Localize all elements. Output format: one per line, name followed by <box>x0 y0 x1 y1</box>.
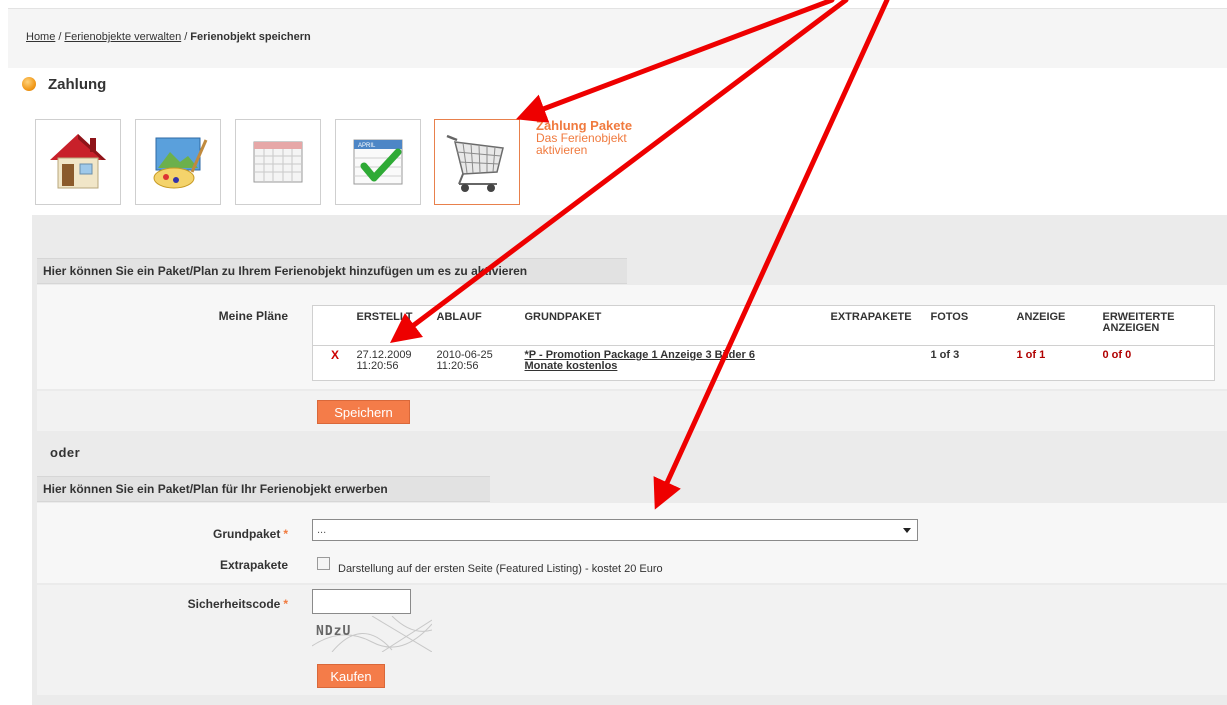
ad-cell: 1 of 1 <box>1012 345 1099 381</box>
expires-cell: 2010-06-25 11:20:56 <box>432 345 521 381</box>
breadcrumb-manage-link[interactable]: Ferienobjekte verwalten <box>64 31 181 43</box>
base-package-label-text: Grundpaket <box>212 527 281 541</box>
calendar-month-label: APRIL <box>358 143 376 149</box>
security-code-input[interactable] <box>312 589 411 614</box>
base-package-select[interactable]: ... <box>312 519 918 541</box>
buy-button[interactable]: Kaufen <box>317 664 385 688</box>
step-house[interactable] <box>35 119 121 205</box>
col-extras-header: EXTRAPAKETE <box>830 311 912 323</box>
shopping-cart-icon <box>446 134 504 192</box>
table-row: X 27.12.2009 11:20:56 2010-06-25 11:20:56 … <box>312 345 1215 381</box>
col-ad-header: ANZEIGE <box>1016 311 1066 323</box>
created-cell: 27.12.2009 11:20:56 <box>352 345 433 381</box>
extended-cell: 0 of 0 <box>1098 345 1215 381</box>
save-button[interactable]: Speichern <box>317 400 410 424</box>
col-extended-header: ERWEITERTE ANZEIGEN <box>1099 306 1215 346</box>
col-extended-header-line2: ANZEIGEN <box>1102 322 1160 334</box>
my-plans-label: Meine Pläne <box>218 309 288 323</box>
step-payment[interactable] <box>434 119 520 205</box>
base-package-cell: *P - Promotion Package 1 Anzeige 3 Bilde… <box>520 345 827 381</box>
col-delete-header <box>313 306 353 346</box>
dropdown-arrow-icon <box>903 528 911 533</box>
step-design[interactable] <box>135 119 221 205</box>
step-availability[interactable]: APRIL <box>335 119 421 205</box>
featured-listing-checkbox[interactable] <box>317 557 330 570</box>
plans-section-header: Hier können Sie ein Paket/Plan zu Ihrem … <box>37 258 627 284</box>
extras-label: Extrapakete <box>219 558 288 572</box>
page: Home / Ferienobjekte verwalten / Ferienobjek… <box>0 0 1227 705</box>
col-expires-header: ABLAUF <box>436 311 482 323</box>
active-step-desc-line2: aktivieren <box>536 143 588 157</box>
col-created-header: ERSTELLT <box>356 311 413 323</box>
base-package-selected-value: ... <box>317 524 327 536</box>
calendar-check-icon: APRIL <box>353 139 403 185</box>
base-package-link[interactable]: *P - Promotion Package 1 Anzeige 3 Bilde… <box>525 349 755 372</box>
breadcrumb-separator: / <box>58 31 62 43</box>
calendar-icon <box>253 141 303 183</box>
active-step-info: Zahlung Pakete Das Ferienobjekt aktivier… <box>536 119 632 157</box>
section-title: Zahlung <box>48 75 107 93</box>
col-photos-header: FOTOS <box>930 311 969 323</box>
orange-bullet-icon <box>22 77 36 91</box>
plans-table-header-row: ERSTELLT ABLAUF GRUNDPAKET EXTRAPAKETE F… <box>313 306 1215 346</box>
save-row <box>37 391 1227 431</box>
photos-cell: 1 of 3 <box>926 345 1013 381</box>
expires-time: 11:20:56 <box>436 360 479 372</box>
breadcrumb-current: Ferienobjekt speichern <box>190 31 311 43</box>
featured-listing-label: Darstellung auf der ersten Seite (Featur… <box>338 563 663 575</box>
buy-section-header: Hier können Sie ein Paket/Plan für Ihr F… <box>37 476 490 502</box>
base-package-line2: Monate kostenlos <box>524 360 618 372</box>
required-mark: * <box>283 597 288 611</box>
captcha-text: NDzU <box>316 624 352 639</box>
paint-palette-icon <box>153 137 208 189</box>
created-time: 11:20:56 <box>356 360 399 372</box>
step-calendar[interactable] <box>235 119 321 205</box>
plans-table: ERSTELLT ABLAUF GRUNDPAKET EXTRAPAKETE F… <box>312 305 1215 381</box>
base-package-label: Grundpaket * <box>140 527 288 541</box>
required-mark: * <box>283 527 288 541</box>
extras-cell <box>826 345 927 381</box>
or-separator: oder <box>50 445 81 460</box>
house-icon <box>50 134 106 189</box>
security-code-label: Sicherheitscode * <box>140 597 288 611</box>
delete-plan-button[interactable]: X <box>331 348 339 362</box>
security-code-label-text: Sicherheitscode <box>187 597 281 611</box>
breadcrumb-separator: / <box>184 31 188 43</box>
breadcrumb: Home / Ferienobjekte verwalten / Ferienobjek… <box>26 31 311 43</box>
col-base-package-header: GRUNDPAKET <box>524 311 602 323</box>
section-header: Zahlung <box>22 74 106 94</box>
breadcrumb-home-link[interactable]: Home <box>26 31 55 43</box>
